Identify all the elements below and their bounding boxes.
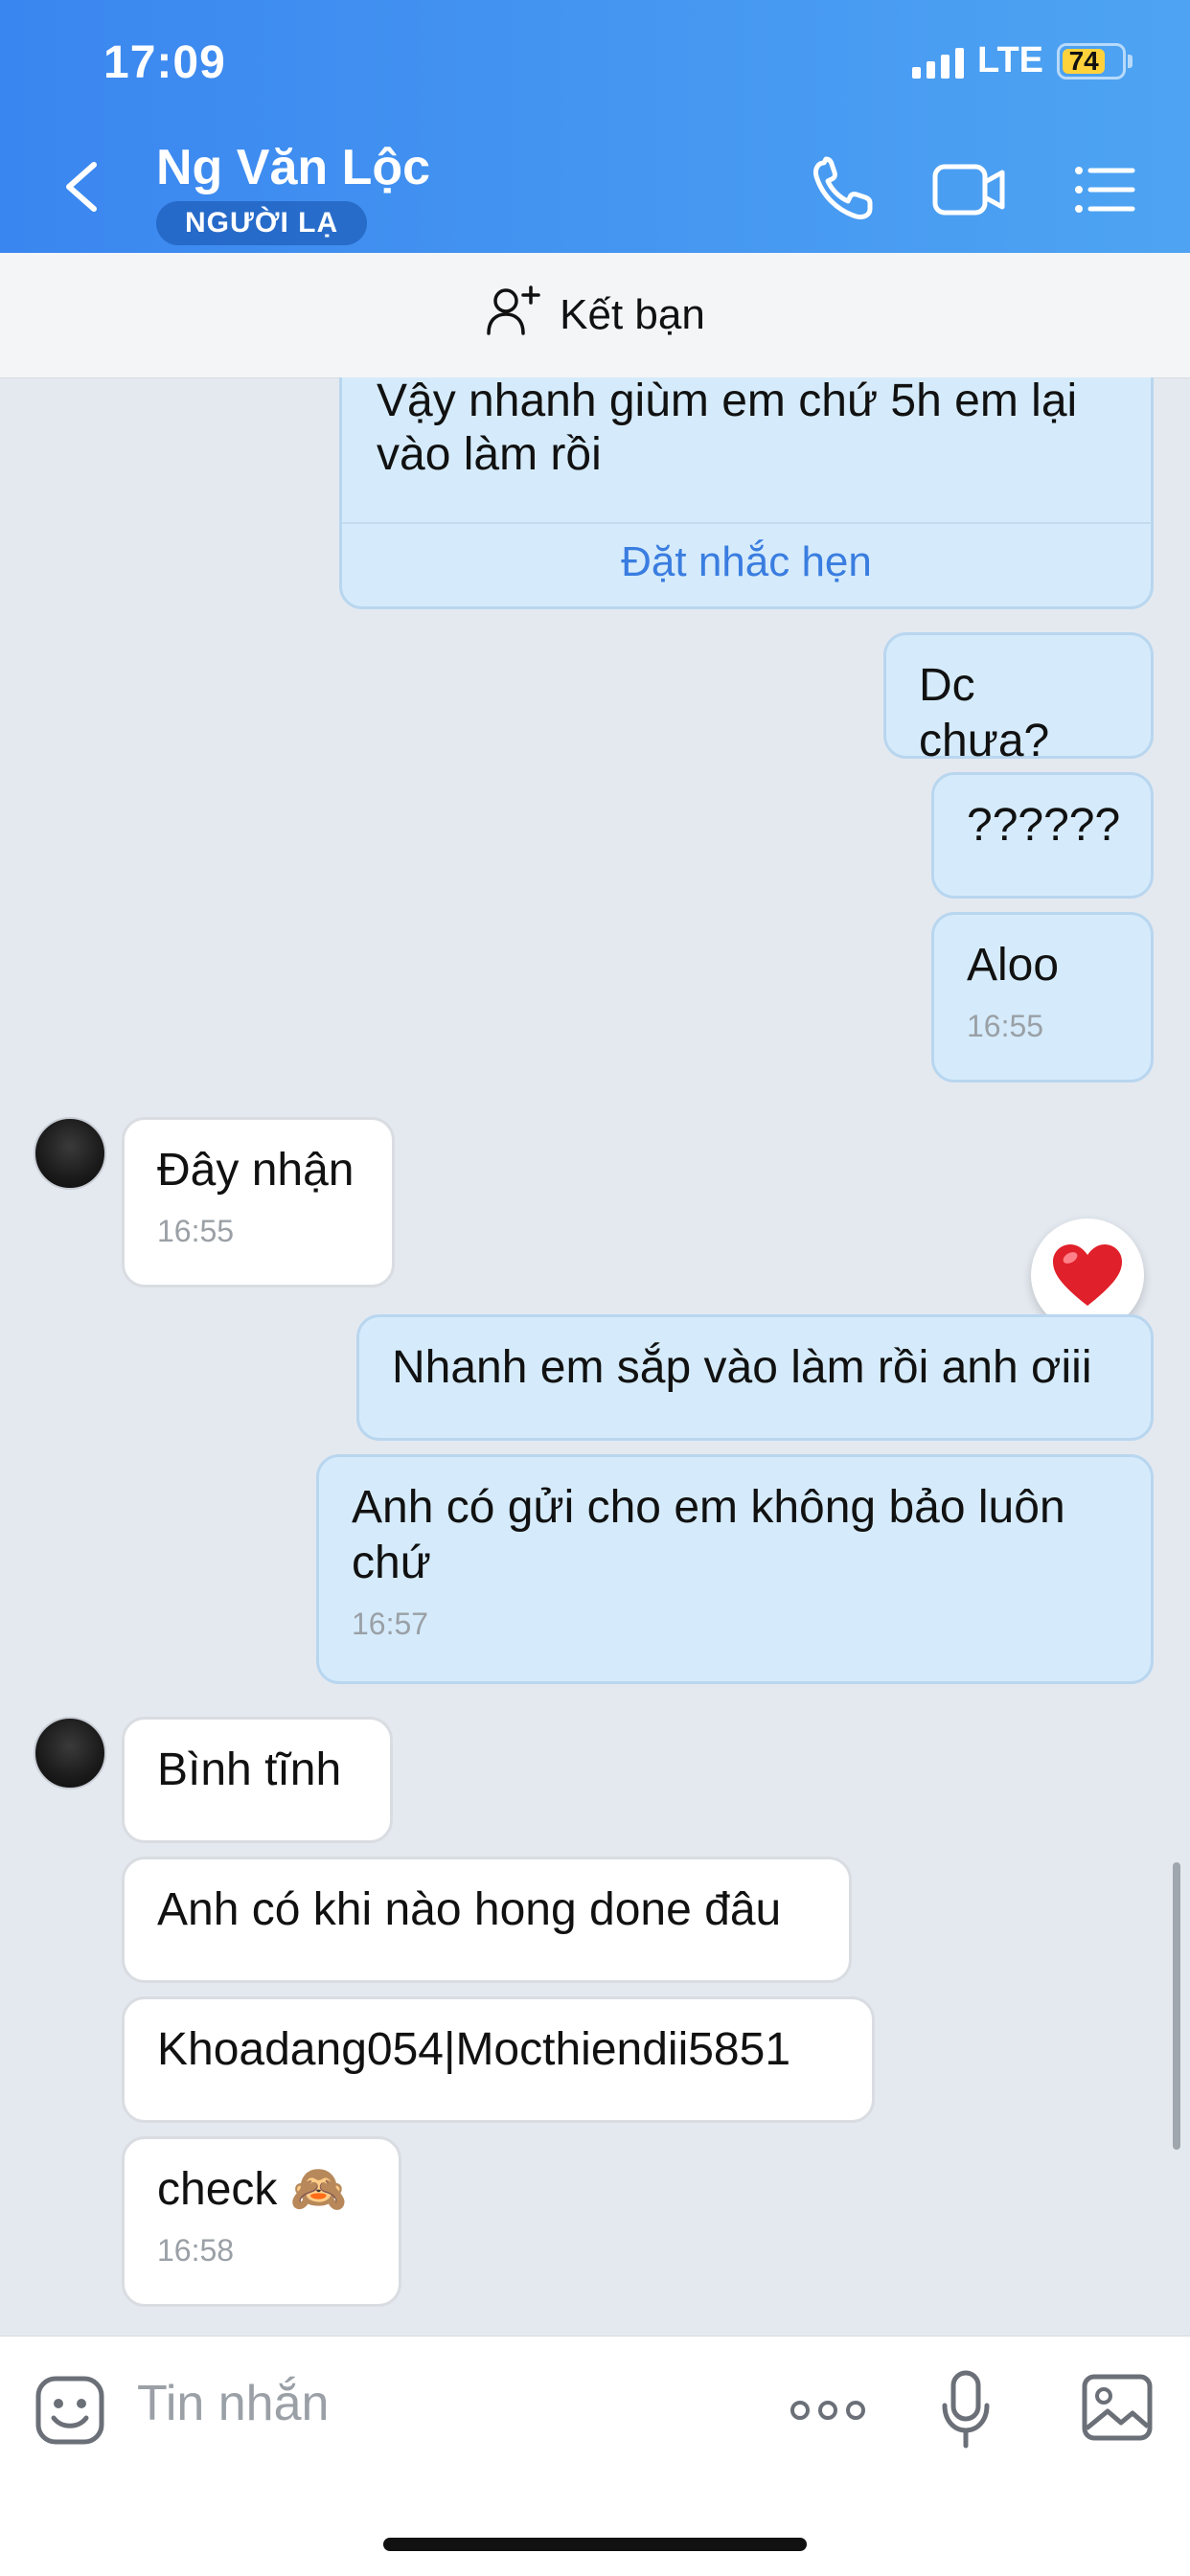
set-reminder-button[interactable]: Đặt nhắc hẹn: [342, 534, 1151, 591]
battery-icon: 74: [1057, 42, 1133, 80]
message-bubble-outgoing[interactable]: Vậy nhanh giùm em chứ 5h em lại vào làm …: [339, 377, 1154, 609]
message-time: 16:55: [157, 1214, 235, 1248]
signal-icon: [912, 44, 965, 79]
home-indicator[interactable]: [383, 2538, 807, 2551]
contact-name[interactable]: Ng Văn Lộc: [156, 139, 430, 196]
message-text: Vậy nhanh giùm em chứ 5h em lại: [377, 377, 1078, 426]
chat-scrollbar[interactable]: [1173, 1862, 1180, 2150]
message-bubble-outgoing[interactable]: Dc chưa?: [883, 632, 1154, 766]
add-friend-button[interactable]: Kết bạn: [0, 253, 1190, 378]
more-options-icon[interactable]: [790, 2394, 866, 2431]
message-time: 16:57: [352, 1607, 429, 1641]
sticker-icon[interactable]: [34, 2375, 105, 2451]
message-bubble-incoming[interactable]: Bình tĩnh: [122, 1717, 393, 1843]
message-bubble-outgoing[interactable]: Aloo 16:55: [931, 912, 1154, 1083]
message-bubble-outgoing[interactable]: ??????: [931, 772, 1154, 899]
stranger-badge: NGƯỜI LẠ: [156, 201, 368, 245]
contact-avatar[interactable]: [34, 1117, 106, 1190]
add-friend-label: Kết bạn: [560, 291, 705, 338]
microphone-icon[interactable]: [939, 2369, 993, 2456]
message-text: Aloo: [967, 940, 1060, 991]
contact-avatar[interactable]: [34, 1717, 106, 1790]
message-list[interactable]: Vậy nhanh giùm em chứ 5h em lại vào làm …: [0, 377, 1190, 2336]
message-bubble-incoming[interactable]: Đây nhận 16:55: [122, 1117, 395, 1288]
phone-icon[interactable]: [805, 153, 881, 226]
image-gallery-icon[interactable]: [1081, 2373, 1154, 2447]
message-text: Anh có khi nào hong done đâu: [157, 1884, 782, 1935]
status-indicators: LTE 74: [912, 40, 1133, 81]
message-time: 16:58: [157, 2233, 235, 2268]
message-text: check 🙈: [157, 2164, 348, 2215]
status-time: 17:09: [103, 37, 226, 88]
network-type: LTE: [977, 40, 1043, 80]
chat-header: 17:09 LTE 74 Ng Văn Lộc NGƯỜI LẠ: [0, 0, 1190, 253]
menu-list-icon[interactable]: [1071, 153, 1148, 226]
message-input[interactable]: Tin nhắn: [137, 2375, 329, 2432]
message-bubble-incoming[interactable]: Khoadang054|Mocthiendii5851: [122, 1996, 875, 2123]
message-text: Anh có gửi cho em không bảo luôn: [352, 1482, 1065, 1533]
message-text: Dc chưa?: [919, 660, 1050, 766]
message-time: 16:55: [967, 1009, 1044, 1043]
message-text: Đây nhận: [157, 1145, 355, 1196]
message-bubble-outgoing[interactable]: Nhanh em sắp vào làm rồi anh ơiii: [356, 1314, 1154, 1441]
message-text: ??????: [967, 800, 1121, 851]
message-text: vào làm rồi: [377, 429, 602, 480]
video-call-icon[interactable]: [931, 153, 1008, 226]
battery-level: 74: [1063, 46, 1106, 76]
message-text: chứ: [352, 1538, 431, 1588]
add-person-icon: [485, 284, 542, 348]
message-text: Khoadang054|Mocthiendii5851: [157, 2024, 791, 2075]
message-text: Bình tĩnh: [157, 1744, 342, 1795]
message-bubble-outgoing[interactable]: Anh có gửi cho em không bảo luôn chứ 16:…: [316, 1454, 1154, 1684]
message-bubble-incoming[interactable]: Anh có khi nào hong done đâu: [122, 1857, 852, 1983]
message-text: Nhanh em sắp vào làm rồi anh ơiii: [392, 1342, 1092, 1393]
back-chevron-icon[interactable]: [57, 153, 105, 220]
message-bubble-incoming[interactable]: check 🙈 16:58: [122, 2136, 401, 2307]
message-composer: Tin nhắn: [0, 2336, 1190, 2576]
